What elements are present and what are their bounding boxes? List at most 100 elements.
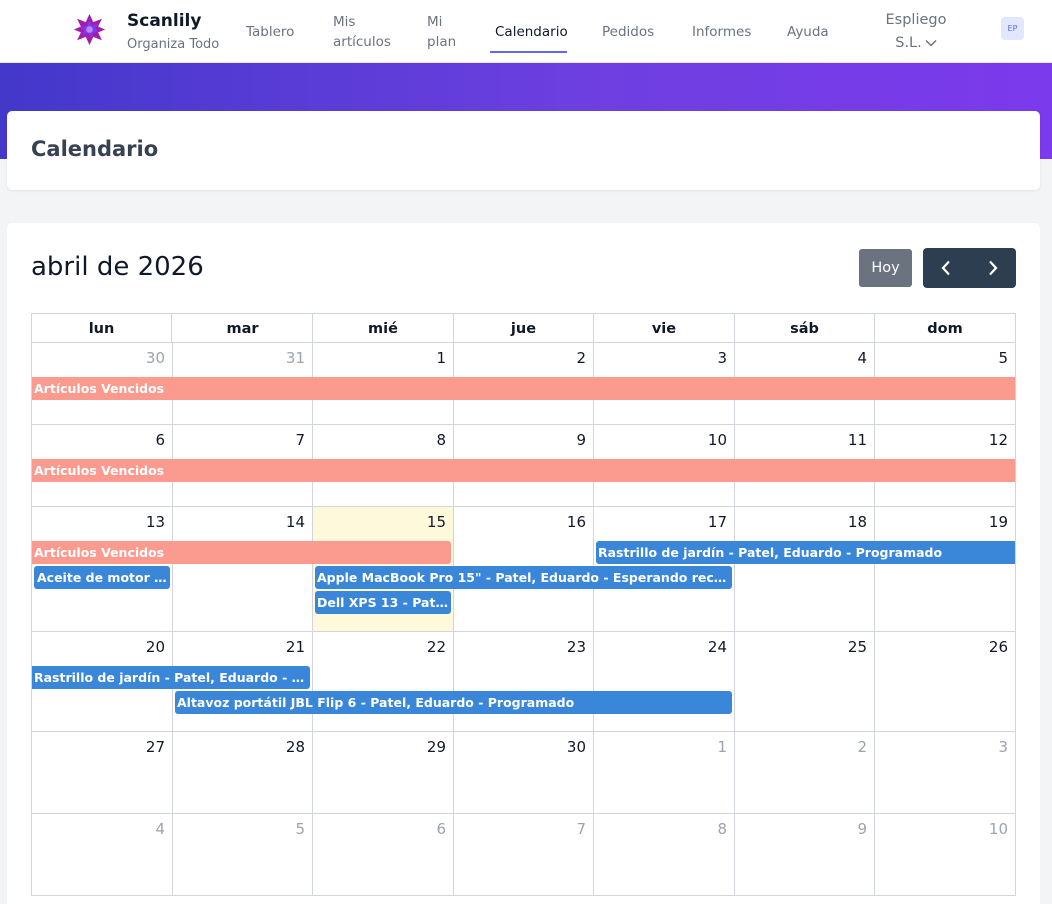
- organization-selector[interactable]: Espliego S.L.: [880, 9, 952, 55]
- scanlily-logo-icon[interactable]: [73, 13, 106, 46]
- month-navigation: [923, 248, 1016, 288]
- week-row: 6 7 8 9 10 11 12 Artículos Vencidos: [32, 425, 1015, 507]
- day-number: 13: [145, 513, 165, 531]
- nav-label: Mis: [333, 14, 356, 30]
- nav-ayuda[interactable]: Ayuda: [787, 22, 829, 42]
- day-number: 26: [988, 638, 1008, 656]
- day-number: 11: [847, 431, 867, 449]
- day-number: 27: [145, 738, 165, 756]
- day-number: 12: [988, 431, 1008, 449]
- day-number: 29: [426, 738, 446, 756]
- event-aceite-motor[interactable]: Aceite de motor S...: [34, 566, 170, 589]
- chevron-left-icon: [941, 260, 951, 276]
- day-number: 4: [857, 349, 867, 367]
- day-cell[interactable]: 24: [594, 632, 735, 731]
- day-cell[interactable]: 28: [173, 732, 313, 813]
- event-rastrillo-jardin[interactable]: Rastrillo de jardín - Patel, Eduardo - P…: [32, 666, 310, 689]
- nav-informes[interactable]: Informes: [692, 22, 751, 42]
- day-cell[interactable]: 10: [875, 814, 1015, 895]
- day-number: 3: [998, 738, 1008, 756]
- day-cell[interactable]: 2: [735, 732, 875, 813]
- day-number: 10: [988, 820, 1008, 838]
- nav-label: Ayuda: [787, 24, 829, 40]
- event-altavoz-jbl[interactable]: Altavoz portátil JBL Flip 6 - Patel, Edu…: [175, 691, 732, 714]
- nav-tablero[interactable]: Tablero: [246, 22, 294, 42]
- event-rastrillo-jardin[interactable]: Rastrillo de jardín - Patel, Eduardo - P…: [596, 541, 1015, 564]
- org-name-line1: Espliego: [885, 12, 947, 28]
- day-number: 7: [576, 820, 586, 838]
- next-month-button[interactable]: [970, 248, 1017, 288]
- day-number: 30: [566, 738, 586, 756]
- day-number: 18: [847, 513, 867, 531]
- day-cell[interactable]: 3: [875, 732, 1015, 813]
- day-number: 9: [576, 431, 586, 449]
- today-button[interactable]: Hoy: [859, 249, 912, 287]
- brand-name[interactable]: Scanlily: [127, 11, 201, 31]
- day-number: 7: [295, 431, 305, 449]
- weekday-header-row: lun mar mié jue vie sáb dom: [32, 314, 1015, 343]
- user-avatar[interactable]: EP: [1001, 17, 1024, 40]
- day-number: 3: [717, 349, 727, 367]
- day-number: 31: [285, 349, 305, 367]
- day-number: 10: [707, 431, 727, 449]
- prev-month-button[interactable]: [923, 248, 970, 288]
- day-number: 8: [717, 820, 727, 838]
- day-number: 6: [155, 431, 165, 449]
- day-number: 21: [285, 638, 305, 656]
- nav-label: Pedidos: [602, 24, 655, 40]
- day-number: 23: [566, 638, 586, 656]
- calendar-grid: lun mar mié jue vie sáb dom 30 31 1 2 3 …: [31, 313, 1016, 896]
- day-cell[interactable]: 8: [594, 814, 735, 895]
- day-cell[interactable]: 6: [313, 814, 454, 895]
- event-apple-macbook[interactable]: Apple MacBook Pro 15" - Patel, Eduardo -…: [315, 566, 732, 589]
- day-cell[interactable]: 5: [173, 814, 313, 895]
- weekday-header: vie: [594, 314, 735, 343]
- day-cell[interactable]: 26: [875, 632, 1015, 731]
- day-cell[interactable]: 19: [875, 507, 1015, 631]
- nav-label: plan: [427, 34, 457, 50]
- nav-mi-plan[interactable]: Mi plan: [427, 12, 456, 52]
- day-number: 1: [717, 738, 727, 756]
- weekday-header: mar: [173, 314, 313, 343]
- event-overdue-items[interactable]: Artículos Vencidos: [32, 377, 1015, 400]
- day-number: 4: [155, 820, 165, 838]
- day-number: 16: [566, 513, 586, 531]
- day-cell[interactable]: 23: [454, 632, 594, 731]
- chevron-right-icon: [988, 260, 998, 276]
- day-cell[interactable]: 9: [735, 814, 875, 895]
- nav-mis-articulos[interactable]: Mis artículos: [333, 12, 391, 52]
- active-tab-indicator: [490, 51, 567, 53]
- nav-pedidos[interactable]: Pedidos: [602, 22, 654, 42]
- day-cell[interactable]: 18: [735, 507, 875, 631]
- day-cell[interactable]: 30: [454, 732, 594, 813]
- weekday-header: lun: [32, 314, 172, 343]
- brand-tagline: Organiza Todo: [127, 37, 220, 52]
- weekday-header: dom: [927, 321, 963, 337]
- event-overdue-items[interactable]: Artículos Vencidos: [32, 459, 1015, 482]
- day-cell[interactable]: 1: [594, 732, 735, 813]
- top-navbar: Scanlily Organiza Todo Tablero Mis artícu…: [0, 0, 1052, 63]
- event-overdue-items[interactable]: Artículos Vencidos: [32, 541, 451, 564]
- day-cell[interactable]: 22: [313, 632, 454, 731]
- nav-label: artículos: [333, 34, 391, 50]
- day-number: 5: [998, 349, 1008, 367]
- event-dell-xps[interactable]: Dell XPS 13 - Pate...: [315, 591, 451, 614]
- chevron-down-icon: [925, 39, 937, 47]
- day-number: 6: [436, 820, 446, 838]
- day-cell[interactable]: 27: [32, 732, 173, 813]
- day-cell[interactable]: 7: [454, 814, 594, 895]
- day-cell[interactable]: 29: [313, 732, 454, 813]
- day-cell[interactable]: 14: [173, 507, 313, 631]
- nav-calendario[interactable]: Calendario: [495, 22, 568, 42]
- weekday-header: sáb: [735, 314, 875, 343]
- week-row: 27 28 29 30 1 2 3: [32, 732, 1015, 814]
- day-number: 19: [988, 513, 1008, 531]
- day-cell[interactable]: 4: [32, 814, 173, 895]
- day-number: 5: [295, 820, 305, 838]
- nav-label: Mi: [427, 14, 443, 30]
- page-header-card: Calendario: [7, 111, 1040, 190]
- calendar-month-title: abril de 2026: [31, 252, 204, 282]
- day-number: 2: [576, 349, 586, 367]
- day-cell[interactable]: 25: [735, 632, 875, 731]
- page-title: Calendario: [31, 137, 159, 161]
